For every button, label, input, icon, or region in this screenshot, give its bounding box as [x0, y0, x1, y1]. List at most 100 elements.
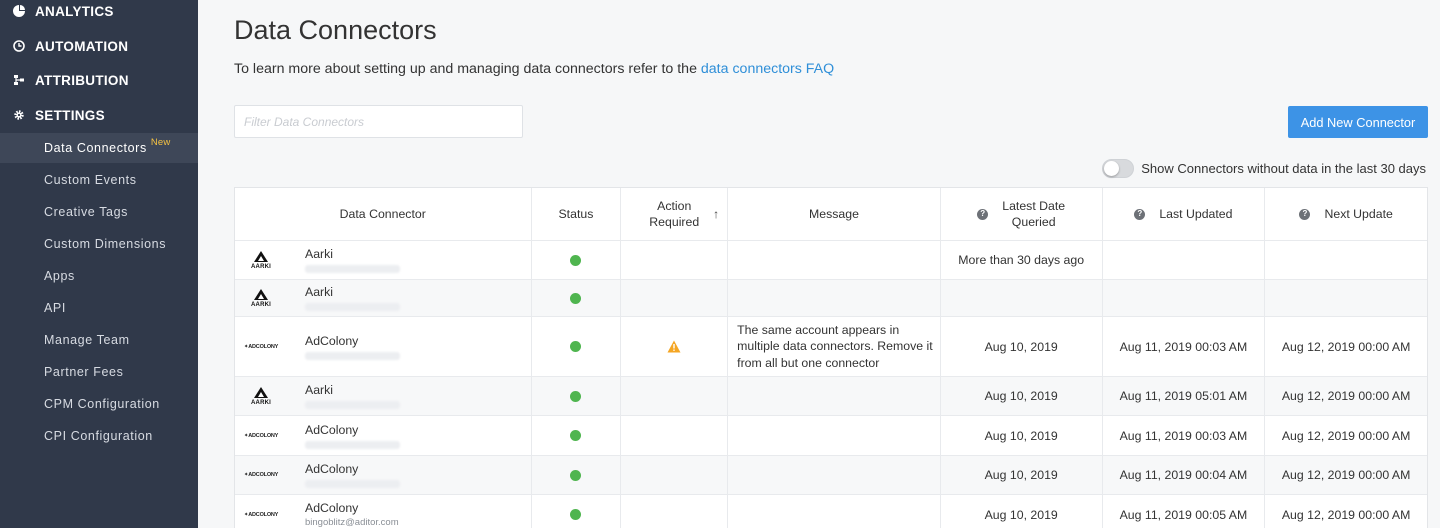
- header-latest-date[interactable]: ? Latest Date Queried: [941, 188, 1103, 240]
- adcolony-logo: ✦ADCOLONY: [244, 462, 278, 488]
- adcolony-logo: ✦ADCOLONY: [244, 502, 278, 528]
- status-cell: [532, 377, 622, 415]
- connector-cell[interactable]: AARKI Aarki: [235, 280, 532, 316]
- redacted-account: [305, 303, 400, 311]
- redacted-account: [305, 440, 400, 449]
- adcolony-logo: ✦ADCOLONY: [243, 334, 279, 360]
- adcolony-logo-text: ✦ADCOLONY: [243, 343, 279, 350]
- connector-cell[interactable]: ✦ADCOLONY AdColony: [235, 416, 532, 455]
- header-next-update-label: Next Update: [1324, 207, 1393, 221]
- aarki-logo: AARKI: [247, 247, 275, 273]
- header-action-required[interactable]: Action Required ↑: [621, 188, 729, 240]
- sidebar-item-creative-tags[interactable]: Creative Tags: [0, 197, 198, 227]
- message-cell: [728, 377, 941, 415]
- action-cell: [621, 495, 729, 528]
- header-message[interactable]: Message: [728, 188, 941, 240]
- last-updated-cell: Aug 11, 2019 00:03 AM: [1103, 416, 1266, 455]
- show-inactive-toggle-wrap: Show Connectors without data in the last…: [1102, 159, 1426, 178]
- sidebar-item-manage-team[interactable]: Manage Team: [0, 325, 198, 355]
- header-last-updated[interactable]: ? Last Updated: [1103, 188, 1266, 240]
- sidebar-item-cpi-configuration[interactable]: CPI Configuration: [0, 421, 198, 451]
- header-latest-line2: Queried: [1011, 215, 1056, 229]
- table-row[interactable]: AARKI Aarki: [235, 280, 1427, 317]
- connector-cell[interactable]: ✦ADCOLONY AdColony: [235, 456, 532, 494]
- redacted-account: [305, 265, 400, 273]
- nav-attribution-label: ATTRIBUTION: [35, 72, 129, 88]
- header-status[interactable]: Status: [532, 188, 622, 240]
- nav-analytics[interactable]: ANALYTICS: [0, 0, 198, 26]
- next-update-cell: Aug 12, 2019 00:00 AM: [1281, 468, 1411, 482]
- nav-settings[interactable]: SETTINGS: [0, 100, 198, 130]
- message-cell: [728, 241, 941, 279]
- table-row[interactable]: ✦ADCOLONY AdColony Aug 10, 2019 Aug 11, …: [235, 416, 1427, 456]
- redacted-account: [305, 480, 400, 488]
- table-row[interactable]: AARKI Aarki Aug 10, 2019 Aug 11, 2019 05…: [235, 377, 1427, 416]
- connectors-table: Data Connector Status Action Required ↑ M…: [234, 187, 1428, 528]
- sidebar-item-label: CPM Configuration: [44, 397, 160, 411]
- status-ok-icon: [570, 292, 582, 304]
- latest-cell: Aug 10, 2019: [941, 377, 1103, 415]
- sidebar-item-cpm-configuration[interactable]: CPM Configuration: [0, 389, 198, 419]
- status-ok-icon: [570, 254, 582, 266]
- header-next-update[interactable]: ? Next Update: [1265, 188, 1427, 240]
- status-ok-icon: [570, 509, 582, 520]
- nav-automation[interactable]: AUTOMATION: [0, 31, 198, 61]
- nav-attribution[interactable]: ATTRIBUTION: [0, 65, 198, 95]
- last-updated-cell: Aug 11, 2019 05:01 AM: [1103, 377, 1266, 415]
- help-icon[interactable]: ?: [977, 208, 989, 220]
- last-updated-cell: Aug 11, 2019 00:03 AM: [1103, 317, 1266, 376]
- filter-input[interactable]: [234, 105, 523, 138]
- nav-settings-label: SETTINGS: [35, 107, 105, 123]
- header-latest-label: Latest Date Queried: [1002, 198, 1065, 230]
- connector-cell[interactable]: ✦ADCOLONY AdColony bingoblitz@aditor.com: [235, 495, 532, 528]
- next-update-cell: Aug 12, 2019 00:00 AM: [1281, 428, 1411, 443]
- sidebar: ANALYTICS AUTOMATION ATTRIBUTION SETTING…: [0, 0, 198, 528]
- help-icon[interactable]: ?: [1134, 208, 1146, 220]
- sidebar-item-api[interactable]: API: [0, 293, 198, 323]
- sort-ascending-icon[interactable]: ↑: [713, 206, 719, 222]
- sidebar-item-partner-fees[interactable]: Partner Fees: [0, 357, 198, 387]
- table-header: Data Connector Status Action Required ↑ M…: [235, 188, 1427, 241]
- sidebar-item-custom-dimensions[interactable]: Custom Dimensions: [0, 229, 198, 259]
- action-cell: [621, 377, 729, 415]
- connector-name: AdColony: [305, 462, 359, 476]
- sidebar-item-apps[interactable]: Apps: [0, 261, 198, 291]
- latest-cell: Aug 10, 2019: [941, 456, 1103, 494]
- faq-link[interactable]: data connectors FAQ: [701, 61, 834, 77]
- connector-name: AdColony: [305, 501, 359, 515]
- last-updated-cell: [1103, 241, 1266, 279]
- header-data-connector[interactable]: Data Connector: [235, 188, 532, 240]
- header-action-label: Action Required: [649, 198, 699, 230]
- last-updated-cell: Aug 11, 2019 00:05 AM: [1103, 495, 1266, 528]
- show-inactive-toggle[interactable]: [1102, 159, 1135, 178]
- nav-analytics-label: ANALYTICS: [35, 3, 114, 19]
- sidebar-item-data-connectors[interactable]: Data Connectors New: [0, 133, 198, 163]
- add-new-connector-button[interactable]: Add New Connector: [1288, 106, 1428, 138]
- adcolony-logo: ✦ADCOLONY: [243, 423, 279, 449]
- warning-icon[interactable]: [667, 340, 681, 353]
- pie-chart-icon: [12, 5, 25, 18]
- action-cell: [621, 456, 729, 494]
- table-row[interactable]: AARKI Aarki More than 30 days ago: [235, 241, 1427, 280]
- action-cell: [621, 241, 729, 279]
- status-cell: [532, 416, 622, 455]
- table-row[interactable]: ✦ADCOLONY AdColony Aug 10, 2019 Aug 11, …: [235, 456, 1427, 495]
- adcolony-logo-text: ✦ADCOLONY: [243, 432, 279, 439]
- sidebar-item-label: Creative Tags: [44, 205, 128, 219]
- message-cell: [728, 495, 941, 528]
- clock-icon: [12, 40, 25, 53]
- table-row[interactable]: ✦ADCOLONY AdColony The same account appe…: [235, 317, 1427, 377]
- help-icon[interactable]: ?: [1299, 208, 1311, 220]
- message-cell: [728, 456, 941, 494]
- table-row[interactable]: ✦ADCOLONY AdColony bingoblitz@aditor.com …: [235, 495, 1427, 528]
- intro-text: To learn more about setting up and manag…: [234, 61, 834, 77]
- new-badge: New: [150, 136, 171, 148]
- sidebar-item-custom-events[interactable]: Custom Events: [0, 165, 198, 195]
- nav-automation-label: AUTOMATION: [35, 38, 129, 54]
- latest-cell: [941, 280, 1103, 316]
- connector-cell[interactable]: AARKI Aarki: [235, 241, 532, 279]
- sidebar-item-label: CPI Configuration: [44, 429, 153, 443]
- connector-cell[interactable]: AARKI Aarki: [235, 377, 532, 415]
- header-action-line1: Action: [657, 199, 692, 213]
- connector-cell[interactable]: ✦ADCOLONY AdColony: [235, 317, 532, 376]
